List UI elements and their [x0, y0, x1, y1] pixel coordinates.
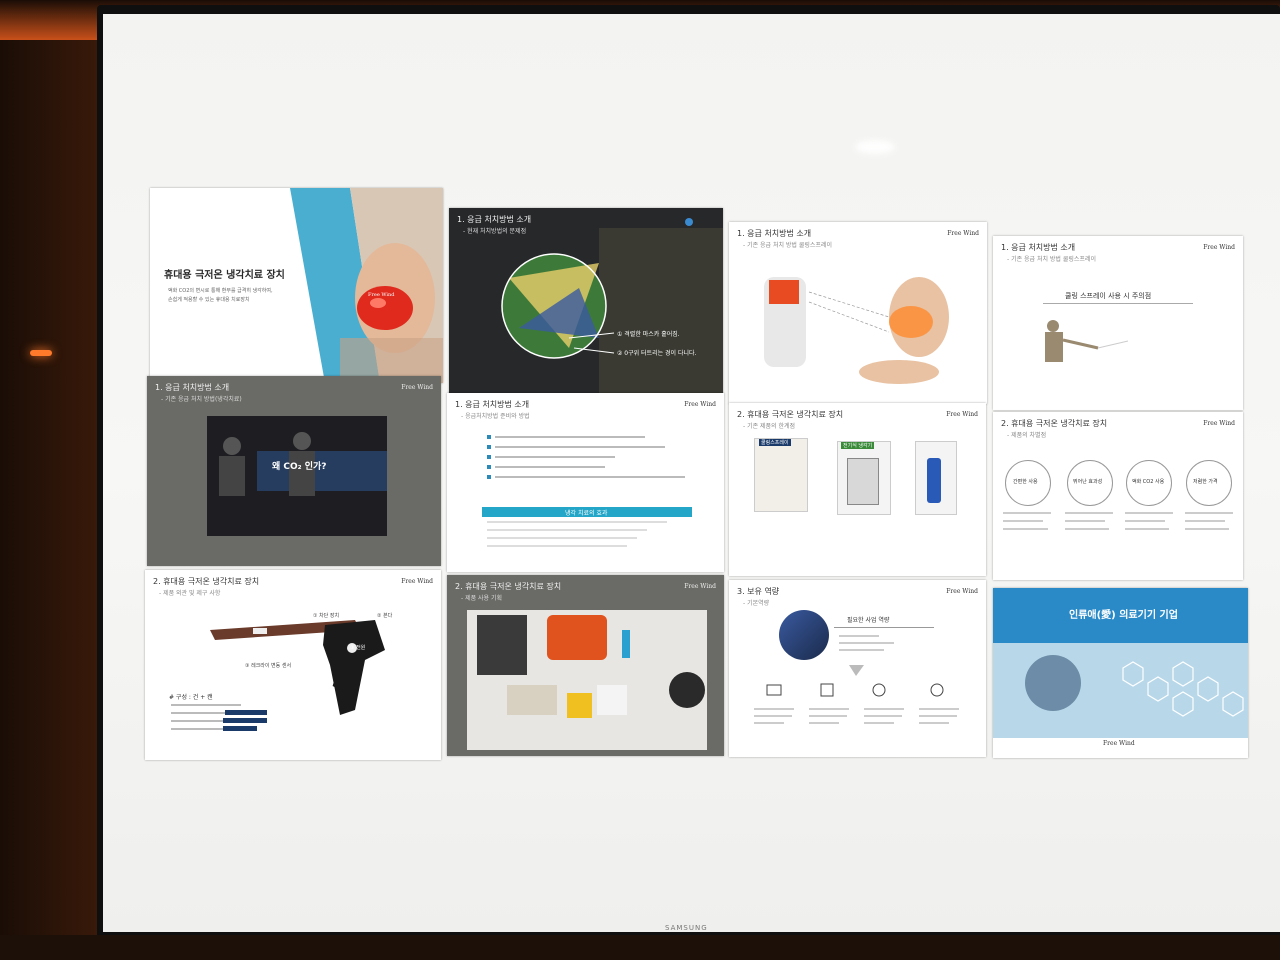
slide-12-title: 인류애(愛) 의료기기 기업 [1069, 610, 1178, 621]
slide-7-product-1 [754, 438, 808, 512]
slide-7-title: 2. 휴대용 극저온 냉각치료 장치 [737, 410, 844, 419]
slide-12-logo: Free Wind [1103, 740, 1135, 747]
slide-1-body-2: 손쉽게 적용할 수 있는 휴대용 치료장치 [168, 297, 250, 303]
room-floor [0, 935, 1280, 960]
slide-7-label-2: 전기식 냉각기 [841, 442, 875, 449]
monitor-brand-label: SAMSUNG [665, 924, 708, 932]
slide-2-note-1: ① 격렬한 마스카 흩어짐. [617, 331, 680, 338]
slide-6-checklist [487, 435, 685, 547]
slide-12[interactable]: 인류애(愛) 의료기기 기업 Free Wind [993, 588, 1248, 758]
slide-11[interactable]: 3. 보유 역량 - 기본역량 Free Wind 필요한 사업 역량 [729, 580, 986, 757]
slide-1-logo: Free Wind [368, 292, 395, 298]
screen-glare [855, 140, 895, 154]
slide-6[interactable]: 1. 응급 처치방법 소개 - 응급처치방법 준비와 방법 Free Wind … [447, 393, 724, 572]
slide-2-logo-icon [685, 218, 693, 226]
slide-7-label-1: 쿨링스프레이 [759, 439, 791, 446]
slide-5[interactable]: 1. 응급 처치방법 소개 - 기존 응급 처치 방법(냉각치료) Free W… [147, 376, 441, 566]
slide-7-logo: Free Wind [946, 411, 978, 418]
slide-1-art [290, 188, 443, 383]
slide-2-title: 1. 응급 처치방법 소개 [457, 215, 532, 224]
slide-7[interactable]: 2. 휴대용 극저온 냉각치료 장치 - 기존 제품의 한계점 Free Win… [729, 403, 986, 576]
slide-10-kit-photo [467, 610, 707, 750]
room-light [30, 350, 52, 356]
slide-7-product-2-device [847, 458, 879, 505]
slide-6-effect-label: 냉각 치료의 효과 [565, 510, 608, 517]
slide-2-subtitle: - 현재 처치방법의 문제점 [463, 228, 527, 235]
slide-2[interactable]: 1. 응급 처치방법 소개 - 현재 처치방법의 문제점 ① 격렬한 마스카 흩… [449, 208, 723, 395]
slide-9[interactable]: 2. 휴대용 극저온 냉각치료 장치 - 제품 외관 및 제구 사항 Free … [145, 570, 441, 760]
slide-8[interactable]: 2. 휴대용 극저온 냉각치료 장치 - 제품의 차별점 Free Wind 간… [993, 412, 1243, 580]
slide-7-subtitle: - 기존 제품의 한계점 [743, 423, 796, 430]
slide-8-text-lines [1003, 512, 1233, 530]
slide-5-banner: 왜 CO₂ 인가? [272, 462, 327, 472]
slide-3-illustration [764, 277, 949, 384]
slide-1[interactable]: 휴대용 극저온 냉각치료 장치 액화 CO2의 변시로 통해 환부를 급격히 냉… [150, 188, 443, 383]
slide-9-spec-lines [171, 704, 267, 731]
slide-11-icons [754, 627, 959, 724]
slide-4[interactable]: 1. 응급 처치방법 소개 - 기존 응급 처치 방법 쿨링스프레이 Free … [993, 236, 1243, 410]
slide-1-body-1: 액화 CO2의 변시로 통해 환부를 급격히 냉각하여, [168, 288, 273, 294]
slide-2-photo [449, 208, 723, 395]
slide-7-product-3-can [927, 458, 941, 503]
slide-3[interactable]: 1. 응급 처치방법 소개 - 기존 응급 처치 방법 쿨링스프레이 Free … [729, 222, 987, 404]
slide-4-illustration [1045, 320, 1129, 362]
slide-2-note-2: ② 0구위 터트리는 경이 다니다. [617, 350, 697, 357]
slide-10[interactable]: 2. 휴대용 극저온 냉각치료 장치 - 제품 사용 기획 Free Wind [447, 575, 724, 756]
slide-1-title: 휴대용 극저온 냉각치료 장치 [164, 270, 285, 281]
